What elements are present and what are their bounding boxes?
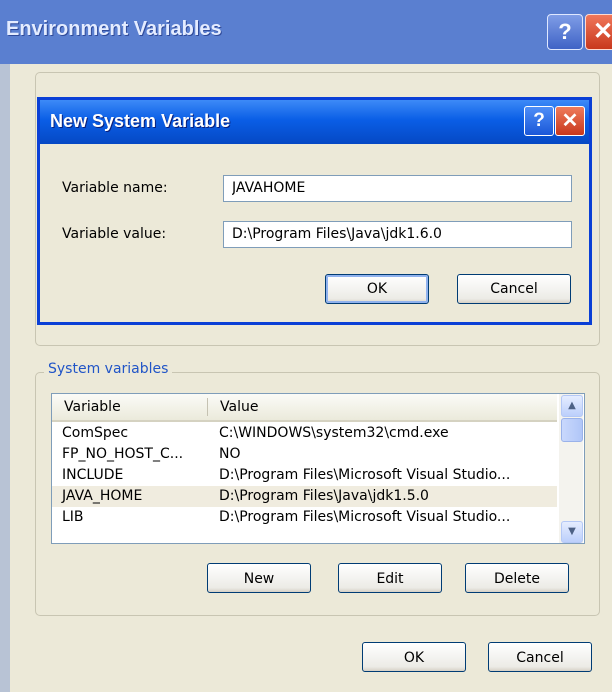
outer-title-bar[interactable]: Environment Variables ? ✕ [0,0,612,64]
outer-window-frame [0,64,10,692]
column-header-variable[interactable]: Variable [64,399,121,415]
chevron-down-icon: ▼ [568,526,576,537]
value-cell: NO [219,446,241,462]
ok-button[interactable]: OK [362,642,466,672]
column-separator[interactable] [207,398,208,416]
variable-cell: INCLUDE [62,467,124,483]
table-row[interactable]: INCLUDE D:\Program Files\Microsoft Visua… [52,465,557,486]
column-header-value[interactable]: Value [220,399,258,415]
edit-variable-button[interactable]: Edit [338,563,442,593]
system-variables-list[interactable]: Variable Value ComSpec C:\WINDOWS\system… [51,393,585,544]
close-icon: ✕ [592,18,612,45]
delete-variable-button[interactable]: Delete [465,563,569,593]
help-icon: ? [533,110,545,131]
outer-window-title: Environment Variables [6,18,222,40]
variable-cell: ComSpec [62,425,129,441]
scroll-down-button[interactable]: ▼ [561,521,583,543]
scroll-up-button[interactable]: ▲ [561,395,583,417]
list-scrollbar[interactable]: ▲ ▼ [559,394,583,543]
dialog-cancel-button[interactable]: Cancel [457,274,571,304]
variable-value-field[interactable] [223,221,572,248]
variable-cell: LIB [62,509,84,525]
table-row[interactable]: LIB D:\Program Files\Microsoft Visual St… [52,507,557,528]
close-icon: ✕ [561,110,579,132]
scroll-thumb[interactable] [561,418,583,442]
variable-name-label: Variable name: [62,180,168,196]
dialog-title-bar[interactable]: New System Variable ? ✕ [40,100,589,144]
cancel-button[interactable]: Cancel [488,642,592,672]
dialog-ok-button[interactable]: OK [325,274,429,304]
new-variable-button[interactable]: New [207,563,311,593]
list-header: Variable Value [52,394,557,422]
variable-name-field[interactable] [223,175,572,202]
value-cell: D:\Program Files\Microsoft Visual Studio… [219,509,511,525]
table-row[interactable]: FP_NO_HOST_C... NO [52,444,557,465]
table-row-selected[interactable]: JAVA_HOME D:\Program Files\Java\jdk1.5.0 [52,486,557,507]
variable-cell: JAVA_HOME [62,488,143,504]
dialog-close-button[interactable]: ✕ [555,106,585,136]
system-variables-label: System variables [44,361,173,377]
chevron-up-icon: ▲ [568,400,576,411]
help-icon: ? [558,19,572,44]
outer-close-button[interactable]: ✕ [585,14,612,50]
dialog-title: New System Variable [50,111,231,131]
value-cell: D:\Program Files\Microsoft Visual Studio… [219,467,511,483]
variable-value-label: Variable value: [62,226,167,242]
outer-help-button[interactable]: ? [547,14,583,50]
dialog-help-button[interactable]: ? [524,106,554,136]
table-row[interactable]: ComSpec C:\WINDOWS\system32\cmd.exe [52,423,557,444]
value-cell: D:\Program Files\Java\jdk1.5.0 [219,488,429,504]
new-system-variable-dialog: New System Variable ? ✕ Variable name: V… [37,97,592,325]
variable-cell: FP_NO_HOST_C... [62,446,184,462]
value-cell: C:\WINDOWS\system32\cmd.exe [219,425,449,441]
